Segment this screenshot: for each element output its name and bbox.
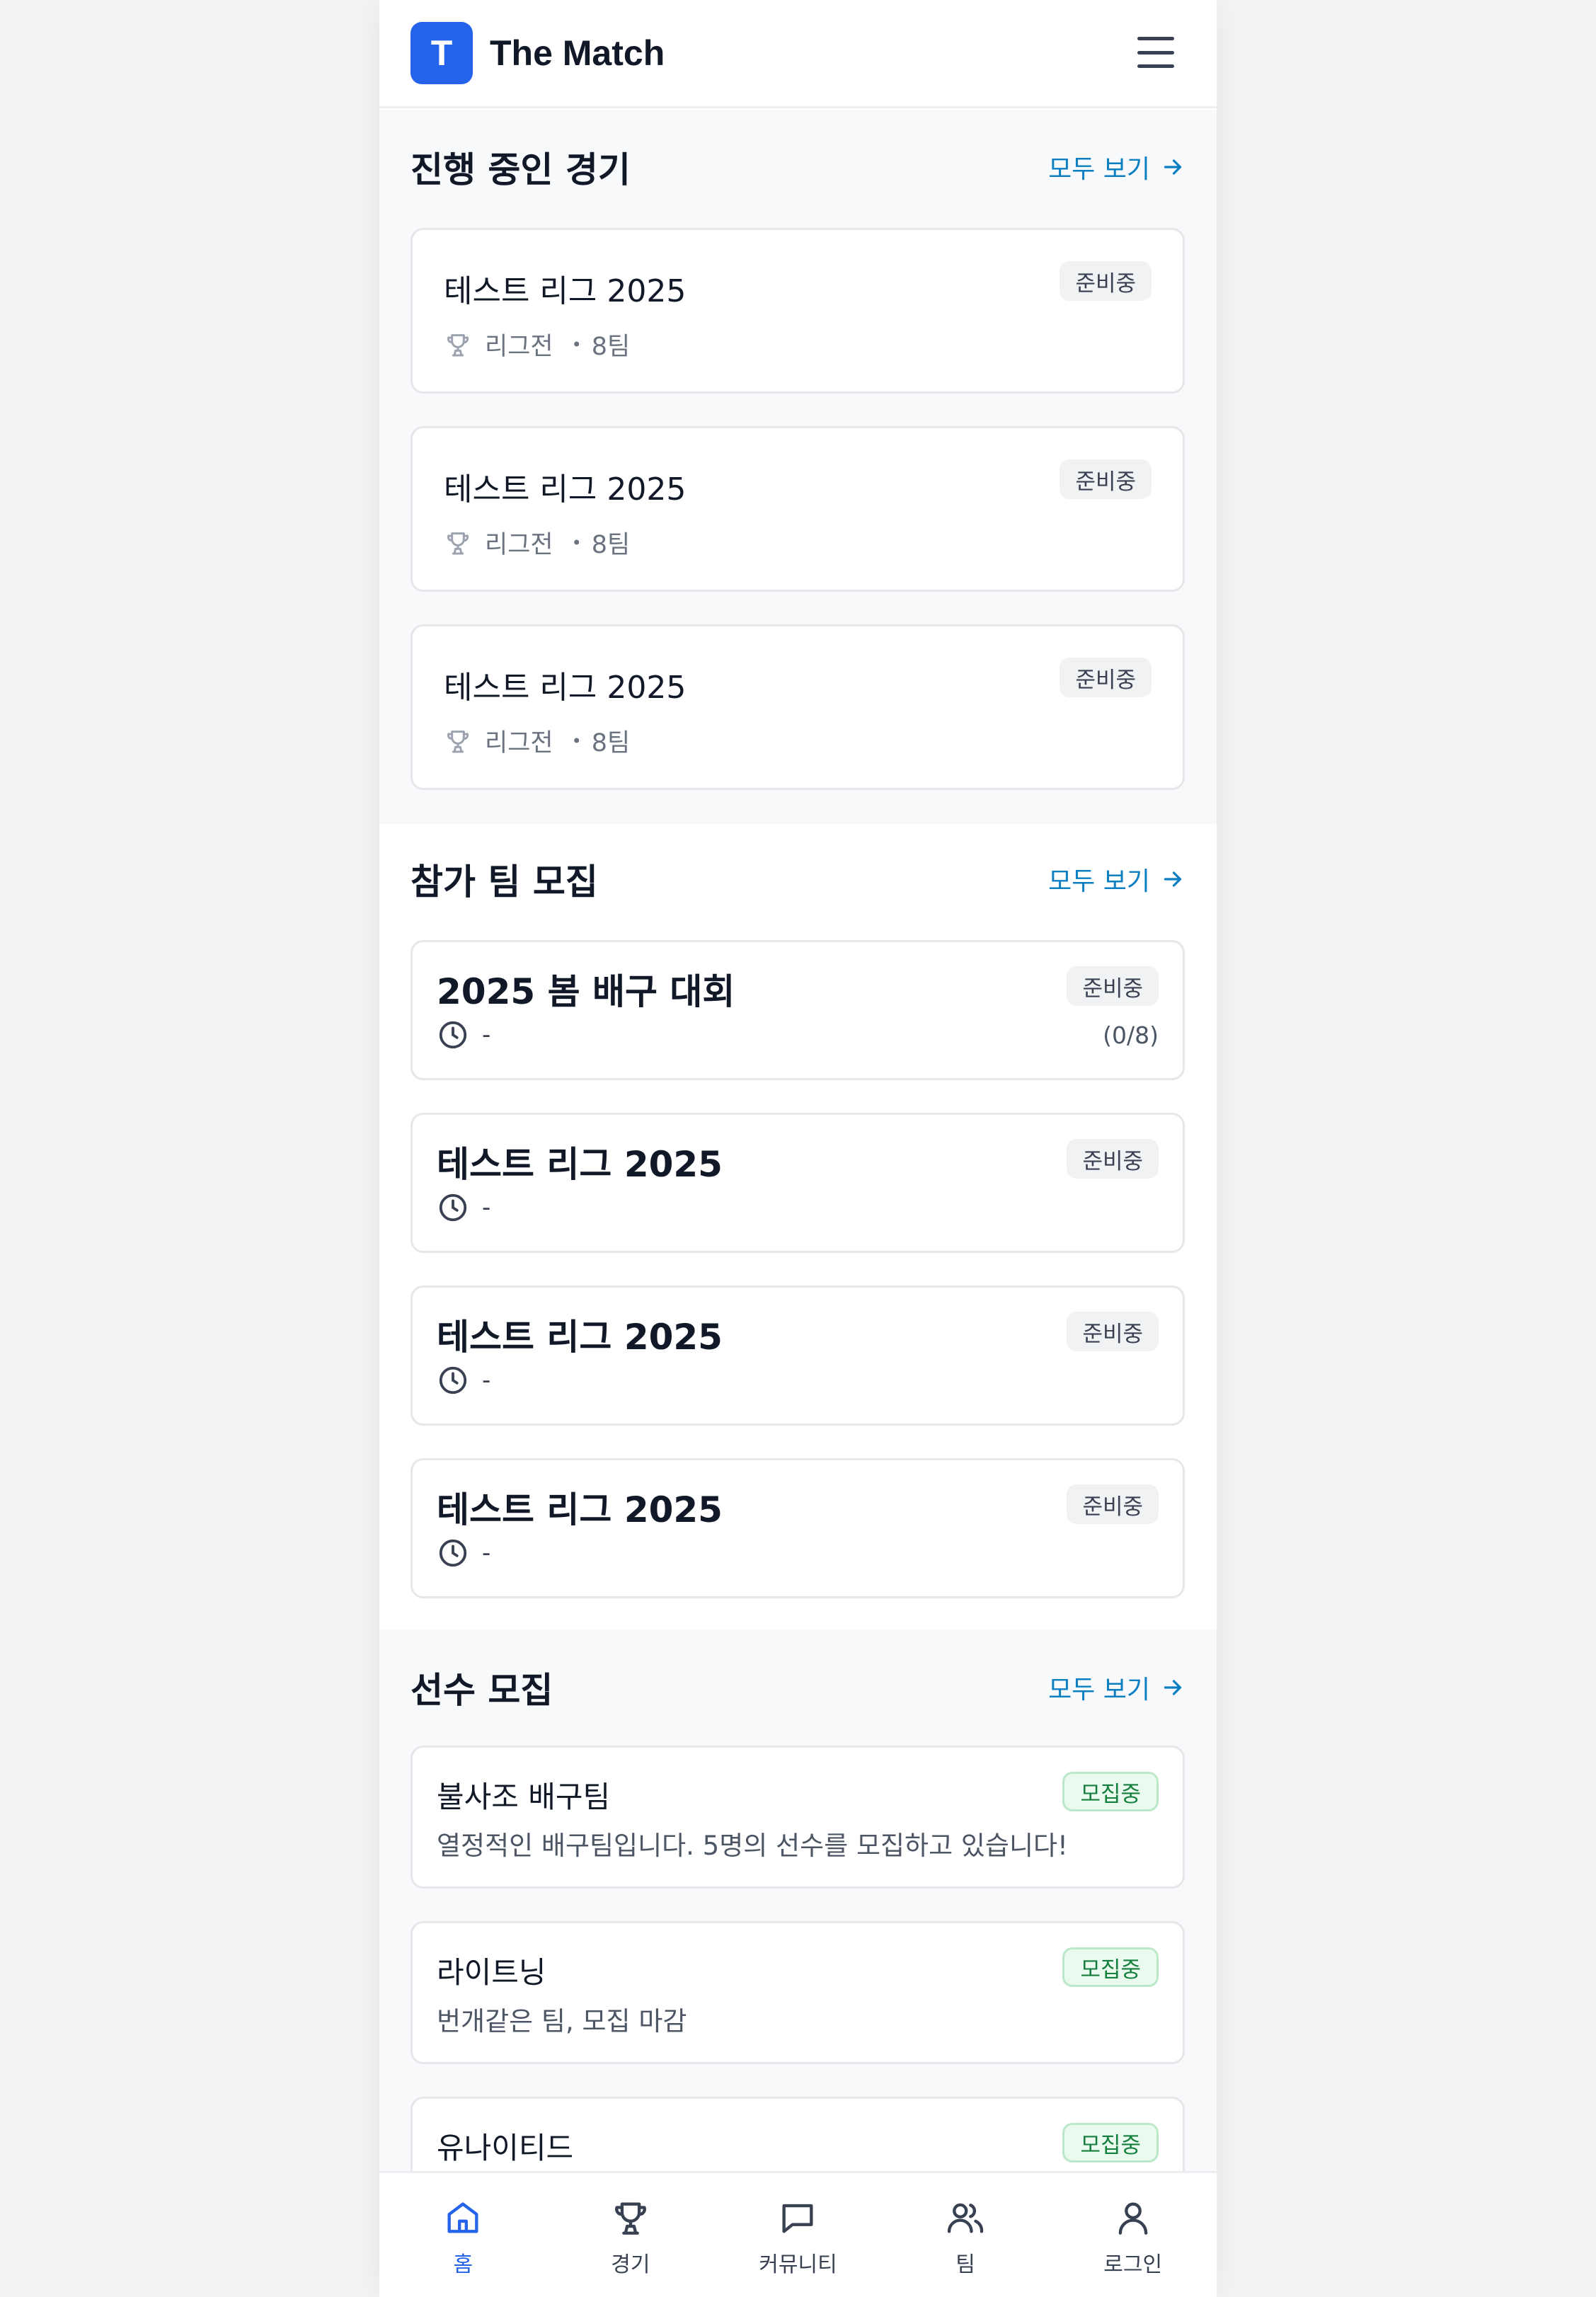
home-icon bbox=[447, 2202, 478, 2233]
status-badge: 준비중 bbox=[1060, 459, 1152, 499]
section-ongoing-matches: 진행 중인 경기 모두 보기 테스트 리그 2025 준비중 리그전 • 8팀 … bbox=[379, 110, 1217, 824]
section-title: 참가 팀 모집 bbox=[411, 861, 598, 903]
section-team-recruit: 참가 팀 모집 모두 보기 2025 봄 배구 대회 준비중 - (0/8) 테… bbox=[379, 824, 1217, 1629]
trophy-icon bbox=[447, 730, 469, 752]
clock-icon bbox=[439, 1539, 467, 1567]
status-badge: 준비중 bbox=[1067, 1139, 1159, 1179]
arrow-right-icon bbox=[1164, 1680, 1182, 1695]
nav-community[interactable]: 커뮤니티 bbox=[714, 2173, 882, 2297]
tournament-title: 테스트 리그 2025 bbox=[437, 1489, 723, 1530]
tournament-title: 테스트 리그 2025 bbox=[437, 1317, 723, 1358]
see-all-link[interactable]: 모두 보기 bbox=[1048, 149, 1185, 185]
team-description: 번개같은 팀, 모집 마감 bbox=[437, 2006, 687, 2037]
arrow-right-icon bbox=[1164, 159, 1182, 175]
recruiting-badge: 모집중 bbox=[1062, 1772, 1159, 1811]
team-card[interactable]: 라이트닝 모집중 번개같은 팀, 모집 마감 bbox=[411, 1921, 1185, 2064]
team-count: (0/8) bbox=[1103, 1021, 1159, 1049]
match-title: 테스트 리그 2025 bbox=[444, 273, 687, 309]
team-name: 유나이티드 bbox=[437, 2131, 574, 2165]
trophy-icon bbox=[447, 532, 469, 554]
team-card[interactable]: 불사조 배구팀 모집중 열정적인 배구팀입니다. 5명의 선수를 모집하고 있습… bbox=[411, 1746, 1185, 1889]
nav-label: 커뮤니티 bbox=[759, 2252, 837, 2277]
trophy-icon bbox=[447, 333, 469, 356]
team-description: 열정적인 배구팀입니다. 5명의 선수를 모집하고 있습니다! bbox=[437, 1831, 1068, 1861]
nav-matches[interactable]: 경기 bbox=[547, 2173, 715, 2297]
match-card[interactable]: 테스트 리그 2025 준비중 리그전 • 8팀 bbox=[411, 624, 1185, 790]
match-title: 테스트 리그 2025 bbox=[444, 670, 687, 706]
app-header: T The Match bbox=[379, 0, 1217, 108]
status-badge: 준비중 bbox=[1067, 1312, 1159, 1351]
match-card[interactable]: 테스트 리그 2025 준비중 리그전 • 8팀 bbox=[411, 228, 1185, 394]
tournament-time: - bbox=[482, 1021, 491, 1049]
tournament-card[interactable]: 테스트 리그 2025 준비중 - bbox=[411, 1458, 1185, 1598]
recruiting-badge: 모집중 bbox=[1062, 2123, 1159, 2163]
app-screen: T The Match 진행 중인 경기 모두 보기 테스트 리그 2025 준… bbox=[379, 0, 1217, 2297]
bottom-navigation: 홈 경기 커뮤니티 팀 로그인 bbox=[379, 2171, 1217, 2297]
users-icon bbox=[947, 2203, 984, 2233]
see-all-label: 모두 보기 bbox=[1048, 1676, 1150, 1705]
clock-icon bbox=[439, 1193, 467, 1222]
section-title: 진행 중인 경기 bbox=[411, 149, 631, 190]
match-format: 리그전 bbox=[485, 333, 553, 361]
tournament-card[interactable]: 2025 봄 배구 대회 준비중 - (0/8) bbox=[411, 940, 1185, 1080]
team-name: 라이트닝 bbox=[437, 1955, 546, 1990]
tournament-time: - bbox=[482, 1366, 491, 1394]
status-badge: 준비중 bbox=[1060, 261, 1152, 301]
tournament-time: - bbox=[482, 1193, 491, 1222]
nav-label: 경기 bbox=[611, 2252, 650, 2277]
tournament-card[interactable]: 테스트 리그 2025 준비중 - bbox=[411, 1113, 1185, 1253]
status-badge: 준비중 bbox=[1067, 966, 1159, 1006]
see-all-link[interactable]: 모두 보기 bbox=[1048, 861, 1185, 898]
app-logo[interactable]: T bbox=[411, 22, 473, 84]
match-teams: 8팀 bbox=[591, 333, 631, 361]
nav-label: 팀 bbox=[955, 2252, 975, 2277]
nav-label: 로그인 bbox=[1103, 2252, 1163, 2277]
nav-login[interactable]: 로그인 bbox=[1049, 2173, 1217, 2297]
arrow-right-icon bbox=[1164, 871, 1182, 887]
see-all-link[interactable]: 모두 보기 bbox=[1048, 1669, 1185, 1706]
section-player-recruit: 선수 모집 모두 보기 불사조 배구팀 모집중 열정적인 배구팀입니다. 5명의… bbox=[379, 1629, 1217, 2240]
match-format: 리그전 bbox=[485, 729, 553, 757]
hamburger-menu-icon[interactable] bbox=[1137, 37, 1174, 68]
clock-icon bbox=[439, 1366, 467, 1394]
trophy-icon bbox=[614, 2202, 646, 2235]
match-card[interactable]: 테스트 리그 2025 준비중 리그전 • 8팀 bbox=[411, 426, 1185, 592]
tournament-time: - bbox=[482, 1539, 491, 1567]
chat-icon bbox=[782, 2204, 813, 2233]
team-name: 불사조 배구팀 bbox=[437, 1780, 611, 1814]
see-all-label: 모두 보기 bbox=[1048, 155, 1150, 184]
tournament-title: 테스트 리그 2025 bbox=[437, 1144, 723, 1185]
section-title: 선수 모집 bbox=[411, 1670, 553, 1711]
nav-label: 홈 bbox=[453, 2252, 473, 2277]
status-badge: 준비중 bbox=[1060, 658, 1152, 697]
status-badge: 준비중 bbox=[1067, 1484, 1159, 1524]
tournament-title: 2025 봄 배구 대회 bbox=[437, 971, 735, 1012]
match-title: 테스트 리그 2025 bbox=[444, 471, 687, 508]
nav-home[interactable]: 홈 bbox=[379, 2173, 547, 2297]
app-title: The Match bbox=[490, 33, 665, 73]
match-format: 리그전 bbox=[485, 531, 553, 559]
see-all-label: 모두 보기 bbox=[1048, 867, 1150, 896]
user-icon bbox=[1118, 2202, 1147, 2235]
recruiting-badge: 모집중 bbox=[1062, 1947, 1159, 1987]
tournament-card[interactable]: 테스트 리그 2025 준비중 - bbox=[411, 1285, 1185, 1426]
match-teams: 8팀 bbox=[591, 729, 631, 757]
clock-icon bbox=[439, 1021, 467, 1049]
nav-team[interactable]: 팀 bbox=[882, 2173, 1050, 2297]
match-teams: 8팀 bbox=[591, 531, 631, 559]
